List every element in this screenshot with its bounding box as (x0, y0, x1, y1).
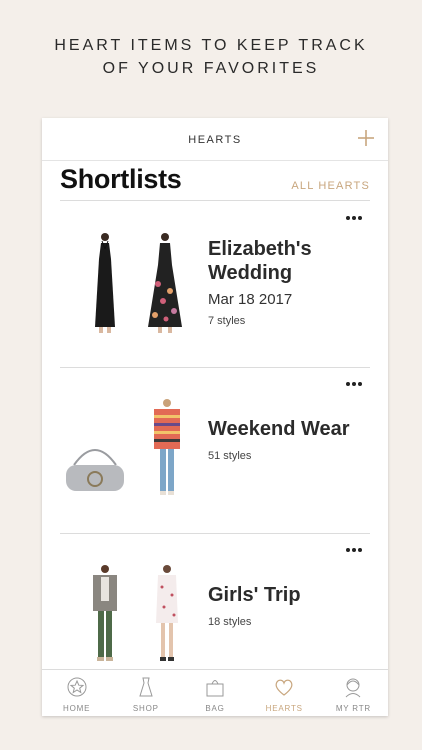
striped-coat-jeans-thumbnail[interactable] (132, 395, 202, 505)
floral-print-gown-thumbnail[interactable] (130, 229, 200, 339)
tab-label: BAG (205, 704, 225, 713)
dot-icon (346, 548, 350, 552)
shortlist-title: Elizabeth's Wedding (208, 238, 312, 284)
tab-label: SHOP (132, 704, 159, 713)
grey-handbag-thumbnail[interactable] (60, 395, 130, 505)
bag-icon (206, 680, 224, 697)
section-title: Shortlists (60, 164, 182, 194)
shortlist-title: Weekend Wear (208, 418, 350, 440)
shortlist-count: 7 styles (208, 315, 246, 327)
shortlist-count: 18 styles (208, 616, 252, 628)
dot-icon (346, 216, 350, 220)
dress-icon (139, 677, 153, 697)
shortlist-card[interactable]: Elizabeth's Wedding Mar 18 2017 7 styles (60, 201, 370, 368)
promo-line-1: HEART ITEMS TO KEEP TRACK (54, 37, 368, 54)
tab-label: HOME (63, 704, 91, 713)
dot-icon (358, 216, 362, 220)
dot-icon (346, 382, 350, 386)
printed-shift-dress-thumbnail[interactable] (132, 561, 202, 671)
dot-icon (358, 382, 362, 386)
more-options-button[interactable] (346, 539, 368, 552)
dot-icon (352, 548, 356, 552)
heart-icon (275, 679, 293, 696)
all-hearts-link[interactable]: ALL HEARTS (291, 180, 370, 192)
add-shortlist-button[interactable] (356, 128, 376, 148)
promo-caption: HEART ITEMS TO KEEP TRACK OF YOUR FAVORI… (0, 34, 422, 80)
dot-icon (352, 382, 356, 386)
shortlists-header: Shortlists ALL HEARTS (60, 162, 370, 201)
dot-icon (352, 216, 356, 220)
promo-line-2: OF YOUR FAVORITES (102, 60, 320, 77)
plus-icon (358, 130, 374, 146)
tab-label: HEARTS (265, 704, 303, 713)
shortlist-date: Mar 18 2017 (208, 291, 293, 308)
blazer-green-pants-thumbnail[interactable] (70, 561, 140, 671)
tab-bar: HOME SHOP BAG HEARTS MY RTR (42, 669, 388, 716)
tab-bag[interactable]: BAG (180, 670, 249, 716)
shortlist-count: 51 styles (208, 450, 252, 462)
tab-home[interactable]: HOME (42, 670, 111, 716)
phone-screen: HEARTS Shortlists ALL HEARTS Elizabeth's… (42, 118, 388, 716)
profile-icon (346, 678, 361, 698)
shortlist-title: Girls' Trip (208, 584, 301, 606)
tab-label: MY RTR (335, 704, 371, 713)
tab-my-rtr[interactable]: MY RTR (319, 670, 388, 716)
nav-bar: HEARTS (42, 118, 388, 161)
tab-shop[interactable]: SHOP (111, 670, 180, 716)
dot-icon (358, 548, 362, 552)
shortlist-card[interactable]: Weekend Wear 51 styles (60, 367, 370, 534)
more-options-button[interactable] (346, 207, 368, 220)
nav-title: HEARTS (188, 134, 242, 146)
more-options-button[interactable] (346, 373, 368, 386)
star-circle-icon (67, 677, 87, 697)
tab-hearts[interactable]: HEARTS (250, 670, 319, 716)
